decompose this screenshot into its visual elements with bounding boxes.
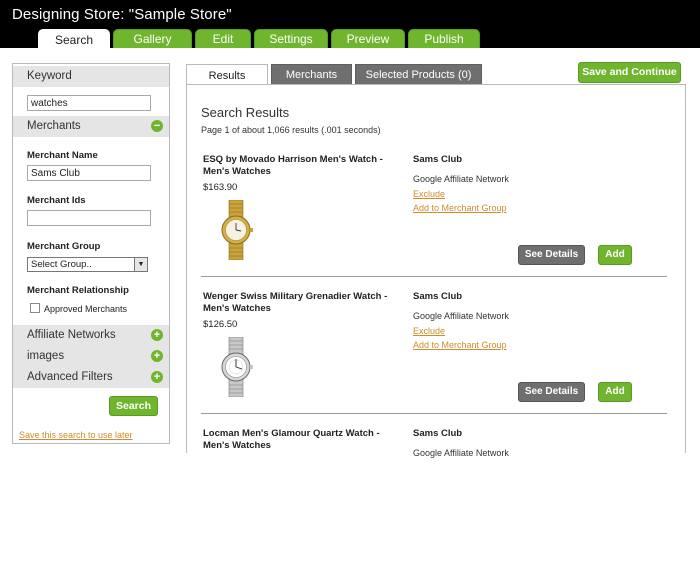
save-and-continue-button[interactable]: Save and Continue xyxy=(578,62,681,83)
top-bar: Designing Store: "Sample Store" Search G… xyxy=(0,0,700,49)
add-button[interactable]: Add xyxy=(598,245,632,265)
merchant-name-input[interactable] xyxy=(27,165,151,181)
product-name[interactable]: Wenger Swiss Military Grenadier Watch - … xyxy=(203,291,408,315)
merchant-relationship-label: Merchant Relationship xyxy=(27,285,129,296)
results-title: Search Results xyxy=(201,105,290,120)
product-network: Google Affiliate Network xyxy=(413,311,509,321)
images-label: images xyxy=(27,350,65,362)
advanced-filters-header[interactable]: Advanced Filters + xyxy=(13,367,169,388)
product-name[interactable]: ESQ by Movado Harrison Men's Watch - Men… xyxy=(203,154,408,178)
merchant-ids-input[interactable] xyxy=(27,210,151,226)
dropdown-arrow-icon[interactable]: ▼ xyxy=(134,258,147,271)
see-details-button[interactable]: See Details xyxy=(518,245,585,265)
affiliate-networks-header[interactable]: Affiliate Networks + xyxy=(13,325,169,346)
add-to-merchant-group-link[interactable]: Add to Merchant Group xyxy=(413,203,507,213)
merchant-ids-label: Merchant Ids xyxy=(27,195,86,206)
tab-publish[interactable]: Publish xyxy=(408,29,480,48)
product-divider xyxy=(201,413,667,414)
silver-watch-icon[interactable] xyxy=(216,337,256,397)
merchants-header[interactable]: Merchants − xyxy=(13,116,169,137)
results-summary: Page 1 of about 1,066 results (.001 seco… xyxy=(201,125,381,135)
expand-icon[interactable]: + xyxy=(151,329,163,341)
search-sidebar: Keyword Merchants − Merchant Name Mercha… xyxy=(12,63,170,444)
tab-gallery[interactable]: Gallery xyxy=(113,29,192,48)
save-search-link[interactable]: Save this search to use later xyxy=(19,430,133,440)
product-price: $126.50 xyxy=(203,319,238,330)
product-item: Locman Men's Glamour Quartz Watch - Men'… xyxy=(201,428,669,565)
expand-icon[interactable]: + xyxy=(151,350,163,362)
tab-merchants[interactable]: Merchants xyxy=(271,64,352,85)
tab-results[interactable]: Results xyxy=(186,64,268,86)
approved-merchants-label: Approved Merchants xyxy=(44,304,128,314)
merchant-group-label: Merchant Group xyxy=(27,241,101,252)
add-button[interactable]: Add xyxy=(598,382,632,402)
merchants-header-label: Merchants xyxy=(27,120,81,132)
exclude-link[interactable]: Exclude xyxy=(413,326,445,336)
merchant-group-select[interactable]: Select Group.. ▼ xyxy=(27,257,148,272)
main-tabs: Search Gallery Edit Settings Preview Pub… xyxy=(38,29,480,49)
product-divider xyxy=(201,276,667,277)
product-merchant: Sams Club xyxy=(413,428,463,439)
add-to-merchant-group-link[interactable]: Add to Merchant Group xyxy=(413,340,507,350)
images-header[interactable]: images + xyxy=(13,346,169,367)
product-item: Wenger Swiss Military Grenadier Watch - … xyxy=(201,291,669,428)
search-button[interactable]: Search xyxy=(109,396,158,416)
tab-settings[interactable]: Settings xyxy=(254,29,328,48)
product-network: Google Affiliate Network xyxy=(413,174,509,184)
see-details-button[interactable]: See Details xyxy=(518,382,585,402)
merchant-name-label: Merchant Name xyxy=(27,150,98,161)
gold-watch-icon[interactable] xyxy=(216,200,256,260)
store-title: Designing Store: "Sample Store" xyxy=(12,6,232,23)
results-panel: Search Results Page 1 of about 1,066 res… xyxy=(186,84,686,458)
merchant-group-selected: Select Group.. xyxy=(31,259,92,270)
collapse-icon[interactable]: − xyxy=(151,120,163,132)
tab-selected-products[interactable]: Selected Products (0) xyxy=(355,64,482,85)
product-merchant: Sams Club xyxy=(413,291,463,302)
affiliate-networks-label: Affiliate Networks xyxy=(27,329,116,341)
tab-preview[interactable]: Preview xyxy=(331,29,405,48)
product-merchant: Sams Club xyxy=(413,154,463,165)
keyword-input[interactable] xyxy=(27,95,151,111)
tab-search[interactable]: Search xyxy=(38,29,110,49)
approved-merchants-checkbox[interactable] xyxy=(30,303,40,313)
exclude-link[interactable]: Exclude xyxy=(413,189,445,199)
expand-icon[interactable]: + xyxy=(151,371,163,383)
keyword-header: Keyword xyxy=(13,66,169,87)
product-price: $163.90 xyxy=(203,182,238,193)
product-item: ESQ by Movado Harrison Men's Watch - Men… xyxy=(201,154,669,291)
advanced-filters-label: Advanced Filters xyxy=(27,371,113,383)
tab-edit[interactable]: Edit xyxy=(195,29,251,48)
product-name[interactable]: Locman Men's Glamour Quartz Watch - Men'… xyxy=(203,428,408,452)
product-network: Google Affiliate Network xyxy=(413,448,509,458)
